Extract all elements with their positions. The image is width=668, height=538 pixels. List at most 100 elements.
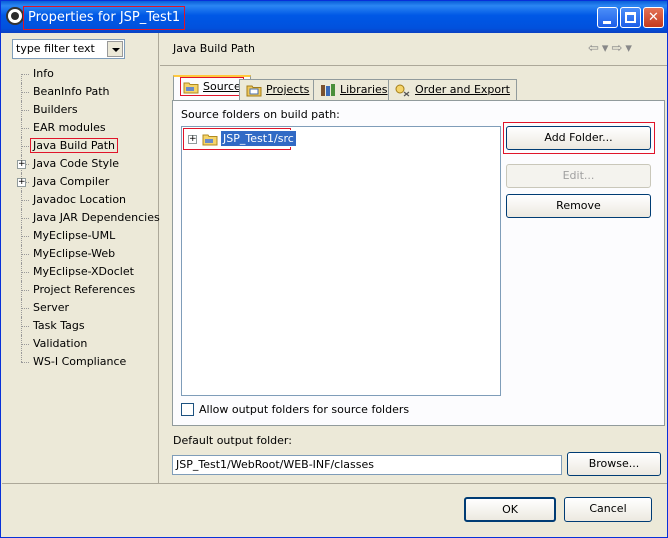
tree-item-java-compiler[interactable]: + Java Compiler — [1, 173, 159, 191]
button-label: Add Folder... — [544, 131, 613, 144]
filter-combo[interactable]: type filter text — [12, 39, 125, 59]
button-label: Remove — [556, 199, 601, 212]
source-folders-label: Source folders on build path: — [181, 108, 340, 121]
tree-line — [21, 200, 29, 201]
button-label: Edit... — [562, 169, 595, 182]
tree-item-java-jar-dependencies[interactable]: Java JAR Dependencies — [1, 209, 160, 227]
tree-item-java-code-style[interactable]: + Java Code Style — [1, 155, 159, 173]
chevron-down-icon[interactable] — [107, 41, 123, 57]
close-button[interactable]: ✕ — [643, 7, 664, 28]
tree-item-server[interactable]: Server — [1, 299, 159, 317]
tree-item-javadoc-location[interactable]: Javadoc Location — [1, 191, 159, 209]
app-icon — [6, 7, 24, 25]
tree-line — [21, 92, 29, 93]
tree-item-ear-modules[interactable]: EAR modules — [1, 119, 159, 137]
allow-output-folders-label[interactable]: Allow output folders for source folders — [199, 403, 409, 416]
tab-label: Libraries — [340, 83, 388, 96]
add-folder-button[interactable]: Add Folder... — [506, 126, 651, 150]
tree-line — [21, 353, 22, 362]
tab-source-highlight: Source — [180, 77, 244, 96]
tab-label: Order and Export — [415, 83, 510, 96]
window-title: Properties for JSP_Test1 — [23, 6, 186, 30]
source-folders-tree[interactable] — [181, 126, 501, 396]
tree-item-label: EAR modules — [33, 121, 106, 134]
tree-line — [21, 218, 29, 219]
tree-item-label: Task Tags — [33, 319, 85, 332]
remove-button[interactable]: Remove — [506, 194, 651, 218]
order-export-icon — [395, 84, 410, 97]
edit-button[interactable]: Edit... — [506, 164, 651, 188]
tree-item-label: Java JAR Dependencies — [33, 211, 160, 224]
button-label: Browse... — [588, 457, 640, 470]
source-folder-label: JSP_Test1/src — [220, 130, 297, 147]
tree-item-builders[interactable]: Builders — [1, 101, 159, 119]
button-label: OK — [502, 503, 518, 516]
filter-input[interactable]: type filter text — [16, 42, 95, 55]
expand-icon[interactable]: + — [188, 135, 197, 144]
tree-item-label: BeanInfo Path — [33, 85, 110, 98]
chevron-down-icon[interactable]: ▾ — [625, 41, 635, 56]
tree-item-label: Server — [33, 301, 70, 314]
header-divider — [160, 65, 667, 66]
tree-line — [21, 272, 29, 273]
tree-item-ws-i-compliance[interactable]: WS-I Compliance — [1, 353, 159, 371]
tree-line — [21, 110, 29, 111]
tree-item-label: Javadoc Location — [33, 193, 127, 206]
tree-item-label: Validation — [33, 337, 88, 350]
tree-item-info[interactable]: Info — [1, 65, 159, 83]
tree-item-label: MyEclipse-UML — [33, 229, 116, 242]
tree-item-validation[interactable]: Validation — [1, 335, 159, 353]
tree-item-beaninfo-path[interactable]: BeanInfo Path — [1, 83, 159, 101]
back-arrow-icon[interactable]: ⇦ — [588, 41, 602, 56]
tree-line — [21, 146, 29, 147]
tree-item-label: Java Code Style — [33, 157, 120, 170]
allow-output-folders-checkbox[interactable] — [181, 403, 194, 416]
maximize-icon — [625, 12, 636, 23]
tree-line — [21, 254, 29, 255]
default-output-folder-label: Default output folder: — [173, 434, 292, 447]
minimize-button[interactable] — [597, 7, 618, 28]
cancel-button[interactable]: Cancel — [564, 497, 652, 522]
expand-icon[interactable]: + — [17, 178, 26, 187]
history-navigation[interactable]: ⇦▾⇨▾ — [588, 41, 635, 56]
forward-arrow-icon[interactable]: ⇨ — [611, 41, 625, 56]
libraries-icon — [321, 84, 335, 96]
tab-libraries[interactable]: Libraries — [313, 79, 395, 101]
tree-item-myeclipse-uml[interactable]: MyEclipse-UML — [1, 227, 159, 245]
maximize-button[interactable] — [620, 7, 641, 28]
tab-label: Source — [203, 80, 241, 93]
footer-divider — [2, 483, 667, 484]
package-folder-icon — [202, 134, 218, 146]
properties-dialog: Properties for JSP_Test1 ✕ type filter t… — [0, 0, 668, 538]
tree-item-label: Builders — [33, 103, 78, 116]
tree-item-myeclipse-web[interactable]: MyEclipse-Web — [1, 245, 159, 263]
tree-item-myeclipse-xdoclet[interactable]: MyEclipse-XDoclet — [1, 263, 159, 281]
default-output-folder-field[interactable]: JSP_Test1/WebRoot/WEB-INF/classes — [172, 455, 562, 475]
tree-item-label: Java Compiler — [33, 175, 110, 188]
tab-order-and-export[interactable]: Order and Export — [388, 79, 517, 101]
tree-line — [21, 326, 29, 327]
tree-line — [21, 74, 22, 83]
tab-strip: Source Projects Libraries Order and Expo… — [173, 75, 663, 102]
expand-icon[interactable]: + — [17, 160, 26, 169]
tree-line — [21, 236, 29, 237]
tree-item-task-tags[interactable]: Task Tags — [1, 317, 159, 335]
title-bar[interactable]: Properties for JSP_Test1 ✕ — [1, 1, 667, 33]
tab-projects[interactable]: Projects — [239, 79, 317, 101]
tree-line — [21, 290, 29, 291]
close-icon: ✕ — [648, 10, 659, 25]
tree-line — [21, 74, 29, 75]
tree-item-label: WS-I Compliance — [33, 355, 127, 368]
tree-item-java-build-path[interactable]: Java Build Path — [1, 137, 159, 155]
chevron-down-icon[interactable]: ▾ — [602, 41, 612, 56]
tree-item-label: Java Build Path — [30, 138, 119, 153]
tree-item-project-references[interactable]: Project References — [1, 281, 159, 299]
tree-line — [21, 362, 29, 363]
source-folder-item[interactable]: + JSP_Test1/src — [183, 128, 297, 150]
tree-line — [21, 308, 29, 309]
tree-item-label: Info — [33, 67, 54, 80]
tree-item-label: MyEclipse-XDoclet — [33, 265, 134, 278]
ok-button[interactable]: OK — [464, 497, 556, 522]
tree-item-label: Project References — [33, 283, 136, 296]
browse-button[interactable]: Browse... — [567, 452, 661, 476]
